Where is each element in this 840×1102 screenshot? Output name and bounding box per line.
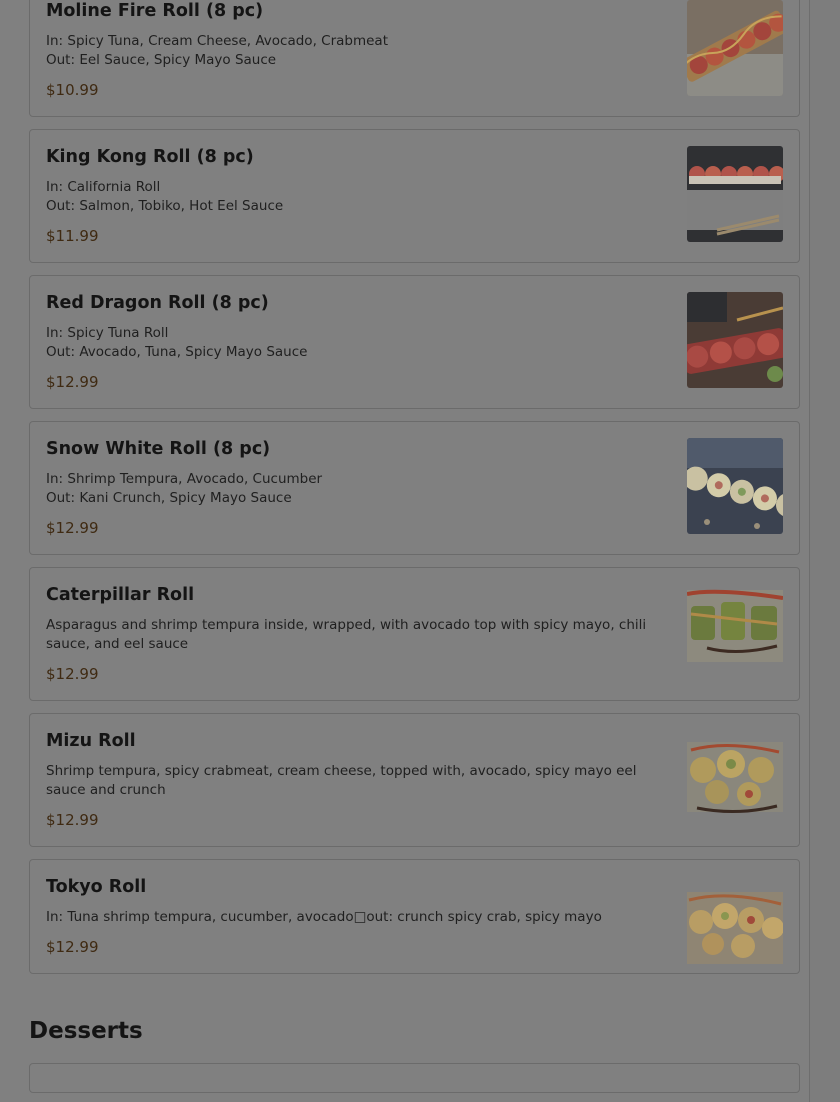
menu-item-body: Caterpillar Roll Asparagus and shrimp te… <box>30 568 799 700</box>
menu-item-card[interactable]: King Kong Roll (8 pc) In: California Rol… <box>29 129 800 263</box>
menu-item-body: Tokyo Roll In: Tuna shrimp tempura, cucu… <box>30 860 799 973</box>
description-line: In: California Roll <box>46 179 161 195</box>
menu-item-price: $10.99 <box>46 81 99 99</box>
menu-item-price: $12.99 <box>46 938 99 956</box>
menu-item-card[interactable]: Red Dragon Roll (8 pc) In: Spicy Tuna Ro… <box>29 275 800 409</box>
menu-item-body: King Kong Roll (8 pc) In: California Rol… <box>30 130 799 262</box>
section-title-desserts: Desserts <box>29 1018 143 1044</box>
menu-item-name: Moline Fire Roll (8 pc) <box>46 1 264 21</box>
menu-item-description: In: Shrimp Tempura, Avocado, Cucumber Ou… <box>46 470 659 508</box>
menu-viewport: Moline Fire Roll (8 pc) In: Spicy Tuna, … <box>0 0 840 1102</box>
menu-item-price: $12.99 <box>46 665 99 683</box>
sushi-roll-photo-icon <box>687 730 783 826</box>
menu-item-name: Caterpillar Roll <box>46 585 195 605</box>
menu-item-description: In: Spicy Tuna Roll Out: Avocado, Tuna, … <box>46 324 659 362</box>
menu-item-card[interactable]: Moline Fire Roll (8 pc) In: Spicy Tuna, … <box>29 0 800 117</box>
menu-item-card[interactable] <box>29 1063 800 1093</box>
description-line: Asparagus and shrimp tempura inside, wra… <box>46 617 647 652</box>
menu-item-card[interactable]: Caterpillar Roll Asparagus and shrimp te… <box>29 567 800 701</box>
sushi-roll-photo-icon <box>687 146 783 242</box>
menu-item-description: In: California Roll Out: Salmon, Tobiko,… <box>46 178 659 216</box>
sushi-roll-photo-icon <box>687 292 783 388</box>
menu-item-price: $11.99 <box>46 227 99 245</box>
menu-item-price: $12.99 <box>46 811 99 829</box>
description-line: Out: Eel Sauce, Spicy Mayo Sauce <box>46 52 277 68</box>
menu-item-name: Red Dragon Roll (8 pc) <box>46 293 269 313</box>
description-line: Shrimp tempura, spicy crabmeat, cream ch… <box>46 763 637 798</box>
page-scrollbar[interactable] <box>809 0 840 1102</box>
description-line: Out: Kani Crunch, Spicy Mayo Sauce <box>46 490 292 506</box>
menu-item-name: Snow White Roll (8 pc) <box>46 439 271 459</box>
description-line: Out: Avocado, Tuna, Spicy Mayo Sauce <box>46 344 308 360</box>
description-line: In: Tuna shrimp tempura, cucumber, avoca… <box>46 909 602 925</box>
menu-item-description: In: Spicy Tuna, Cream Cheese, Avocado, C… <box>46 32 659 70</box>
menu-item-description: Shrimp tempura, spicy crabmeat, cream ch… <box>46 762 659 800</box>
sushi-roll-photo-icon <box>687 0 783 96</box>
description-line: In: Spicy Tuna Roll <box>46 325 169 341</box>
menu-item-body: Snow White Roll (8 pc) In: Shrimp Tempur… <box>30 422 799 554</box>
menu-item-price: $12.99 <box>46 519 99 537</box>
menu-item-list: Moline Fire Roll (8 pc) In: Spicy Tuna, … <box>29 0 800 1102</box>
menu-item-name: Tokyo Roll <box>46 877 147 897</box>
description-line: In: Shrimp Tempura, Avocado, Cucumber <box>46 471 323 487</box>
menu-item-name: Mizu Roll <box>46 731 136 751</box>
description-line: In: Spicy Tuna, Cream Cheese, Avocado, C… <box>46 33 388 49</box>
menu-item-description: In: Tuna shrimp tempura, cucumber, avoca… <box>46 908 659 927</box>
sushi-roll-photo-icon <box>687 438 783 534</box>
menu-item-price: $12.99 <box>46 373 99 391</box>
menu-item-description: Asparagus and shrimp tempura inside, wra… <box>46 616 659 654</box>
menu-item-name: King Kong Roll (8 pc) <box>46 147 254 167</box>
sushi-roll-photo-icon <box>687 876 783 972</box>
menu-item-card[interactable]: Mizu Roll Shrimp tempura, spicy crabmeat… <box>29 713 800 847</box>
menu-item-body: Moline Fire Roll (8 pc) In: Spicy Tuna, … <box>30 0 799 116</box>
sushi-roll-photo-icon <box>687 584 783 680</box>
menu-item-body: Red Dragon Roll (8 pc) In: Spicy Tuna Ro… <box>30 276 799 408</box>
menu-item-card[interactable]: Tokyo Roll In: Tuna shrimp tempura, cucu… <box>29 859 800 974</box>
menu-item-body: Mizu Roll Shrimp tempura, spicy crabmeat… <box>30 714 799 846</box>
description-line: Out: Salmon, Tobiko, Hot Eel Sauce <box>46 198 284 214</box>
menu-item-card[interactable]: Snow White Roll (8 pc) In: Shrimp Tempur… <box>29 421 800 555</box>
